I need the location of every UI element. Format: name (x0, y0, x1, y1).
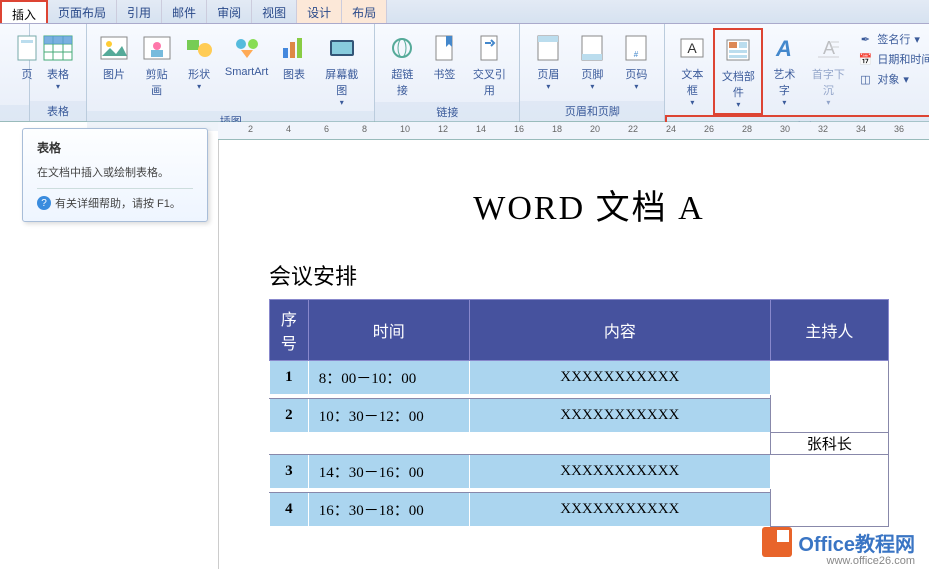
bookmark-button[interactable]: 书签 (423, 28, 465, 86)
watermark-brand: Office教程网 (798, 528, 915, 557)
tab-view[interactable]: 视图 (252, 0, 297, 23)
wordart-icon: A (768, 32, 800, 64)
pagenum-icon: # (620, 32, 652, 64)
screenshot-button[interactable]: 屏幕截图▾ (315, 28, 368, 111)
tab-table-layout[interactable]: 布局 (342, 0, 387, 23)
hyperlink-icon (386, 32, 418, 64)
doc-heading[interactable]: 会议安排 (269, 259, 909, 291)
smartart-icon (231, 32, 263, 64)
footer-icon (576, 32, 608, 64)
tab-page-layout[interactable]: 页面布局 (48, 0, 117, 23)
tab-review[interactable]: 审阅 (207, 0, 252, 23)
smartart-button[interactable]: SmartArt (220, 28, 273, 82)
hyperlink-button[interactable]: 超链接 (381, 28, 423, 102)
pagenum-button[interactable]: #页码▾ (614, 28, 658, 95)
tooltip-body: 在文档中插入或绘制表格。 (37, 164, 193, 180)
crossref-icon (473, 32, 505, 64)
group-illustrations: 图片 剪贴画 形状▾ SmartArt 图表 屏幕截图▾ 插图 (87, 24, 375, 121)
tooltip-title: 表格 (37, 139, 193, 156)
datetime-icon: 📅 (857, 51, 873, 67)
datetime-button[interactable]: 📅日期和时间 (855, 50, 929, 68)
table-row[interactable]: 314：30－16：00XXXXXXXXXXX (270, 455, 889, 489)
tab-references[interactable]: 引用 (117, 0, 162, 23)
meeting-table[interactable]: 序号 时间 内容 主持人 18：00－10：00XXXXXXXXXXX 210：… (269, 299, 889, 527)
quickparts-button[interactable]: 文档部件▾ (713, 28, 763, 115)
tab-insert[interactable]: 插入 (0, 0, 48, 23)
clipart-button[interactable]: 剪贴画 (135, 28, 178, 102)
tooltip-table: 表格 在文档中插入或绘制表格。 ?有关详细帮助，请按 F1。 (22, 128, 208, 222)
picture-button[interactable]: 图片 (93, 28, 135, 86)
bookmark-icon (428, 32, 460, 64)
table-button[interactable]: 表格 ▾ (36, 28, 80, 95)
tab-mailings[interactable]: 邮件 (162, 0, 207, 23)
screenshot-icon (326, 32, 358, 64)
table-header-row[interactable]: 序号 时间 内容 主持人 (270, 300, 889, 361)
tooltip-help: ?有关详细帮助，请按 F1。 (37, 188, 193, 211)
wordart-button[interactable]: A艺术字▾ (763, 28, 805, 111)
dropcap-button[interactable]: A首字下沉▾ (805, 28, 851, 111)
footer-button[interactable]: 页脚▾ (570, 28, 614, 95)
document-area[interactable]: WORD 文档 A 会议安排 序号 时间 内容 主持人 18：00－10：00X… (218, 140, 929, 569)
ribbon-tabs: 插入 页面布局 引用 邮件 审阅 视图 设计 布局 (0, 0, 929, 24)
group-tables: 表格 ▾ 表格 (30, 24, 87, 121)
doc-title[interactable]: WORD 文档 A (269, 180, 909, 229)
textbox-button[interactable]: A文本框▾ (671, 28, 713, 111)
shapes-button[interactable]: 形状▾ (178, 28, 220, 95)
quickparts-icon (722, 34, 754, 66)
header-button[interactable]: 页眉▾ (526, 28, 570, 95)
header-icon (532, 32, 564, 64)
object-button[interactable]: ◫对象 ▾ (855, 70, 929, 88)
table-row[interactable]: 18：00－10：00XXXXXXXXXXX (270, 361, 889, 395)
col-idx[interactable]: 序号 (270, 300, 309, 361)
signature-button[interactable]: ✒签名行 ▾ (855, 30, 929, 48)
chart-icon (278, 32, 310, 64)
hf-group-label: 页眉和页脚 (520, 101, 664, 121)
dropcap-icon: A (812, 32, 844, 64)
dropdown-icon: ▾ (56, 82, 60, 91)
watermark-url: www.office26.com (827, 555, 915, 567)
shapes-icon (183, 32, 215, 64)
group-cover: 页 (0, 24, 30, 121)
svg-text:A: A (823, 38, 835, 58)
col-time[interactable]: 时间 (308, 300, 469, 361)
chart-button[interactable]: 图表 (273, 28, 315, 86)
object-icon: ◫ (857, 71, 873, 87)
col-content[interactable]: 内容 (469, 300, 770, 361)
office-logo-icon (762, 527, 792, 557)
crossref-button[interactable]: 交叉引用 (465, 28, 513, 102)
ribbon: 页 表格 ▾ 表格 图片 剪贴画 形状▾ SmartArt 图表 屏幕截图▾ 插… (0, 24, 929, 122)
tables-group-label: 表格 (30, 101, 86, 121)
signature-icon: ✒ (857, 31, 873, 47)
tab-design[interactable]: 设计 (297, 0, 342, 23)
svg-text:A: A (775, 36, 792, 60)
svg-text:#: # (634, 50, 639, 59)
group-header-footer: 页眉▾ 页脚▾ #页码▾ 页眉和页脚 (520, 24, 665, 121)
links-group-label: 链接 (375, 102, 519, 122)
help-icon: ? (37, 196, 51, 210)
group-links: 超链接 书签 交叉引用 链接 (375, 24, 520, 121)
group-text: A文本框▾ 文档部件▾ A艺术字▾ A首字下沉▾ ✒签名行 ▾ 📅日期和时间 ◫… (665, 24, 929, 121)
picture-icon (98, 32, 130, 64)
ruler[interactable]: 24681012141618202224262830323436 (218, 122, 929, 140)
table-icon (42, 32, 74, 64)
clipart-icon (141, 32, 173, 64)
table-label: 表格 (47, 66, 69, 82)
watermark: Office教程网 (762, 527, 915, 557)
svg-text:A: A (688, 40, 698, 56)
textbox-icon: A (676, 32, 708, 64)
table-gap: 张科长 (270, 433, 889, 455)
col-host[interactable]: 主持人 (770, 300, 888, 361)
